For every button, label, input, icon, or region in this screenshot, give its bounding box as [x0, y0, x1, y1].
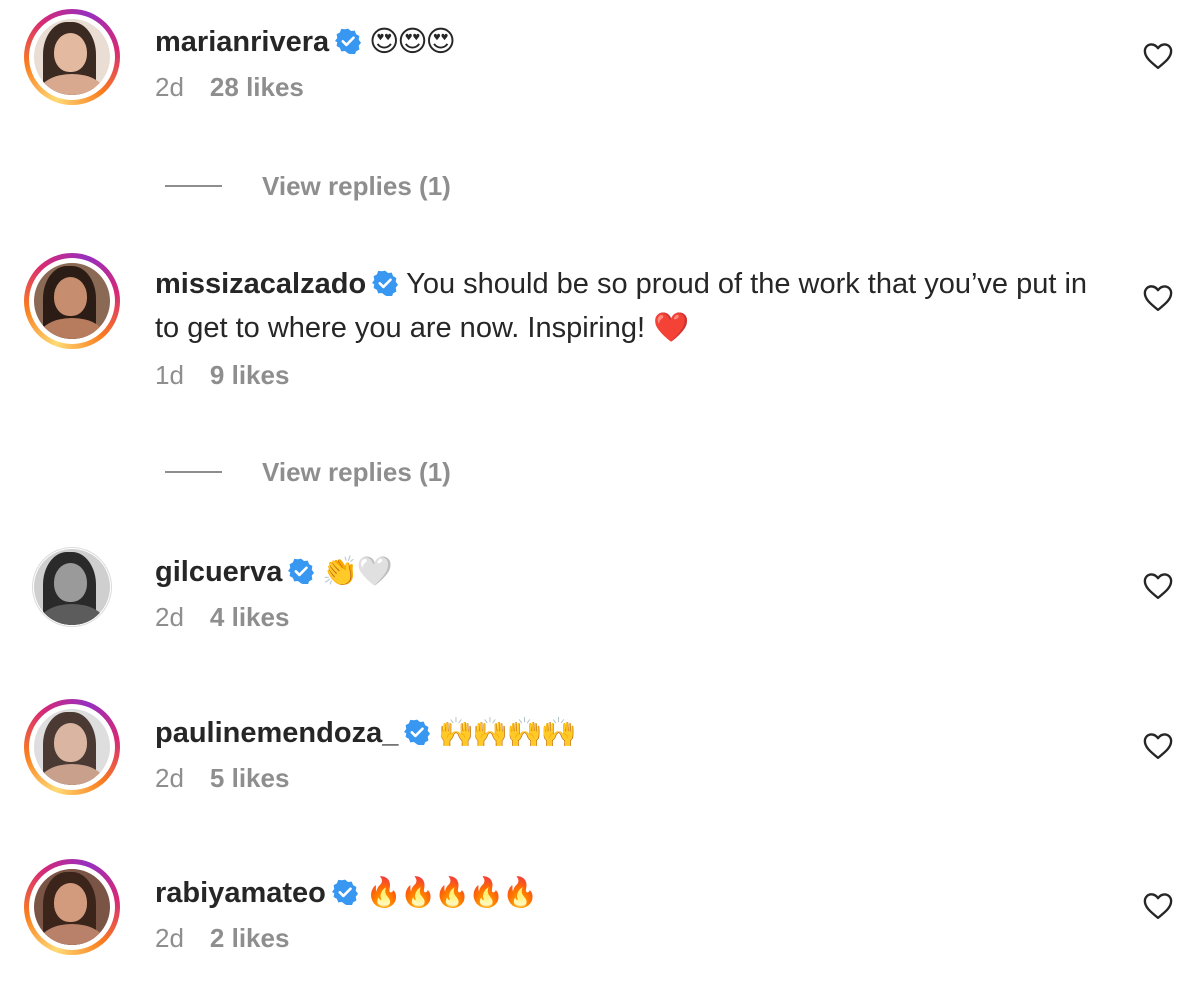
avatar[interactable] — [24, 9, 120, 105]
comment-likes[interactable]: 9 likes — [210, 360, 290, 390]
heart-outline-icon[interactable] — [1143, 732, 1173, 760]
comment-username[interactable]: paulinemendoza_ — [155, 717, 398, 749]
avatar[interactable] — [24, 699, 120, 795]
avatar-photo — [34, 869, 110, 945]
comment-username[interactable]: gilcuerva — [155, 556, 282, 588]
comment-text: 👏🤍 — [322, 554, 392, 588]
avatar-photo — [34, 263, 110, 339]
heart-outline-icon[interactable] — [1143, 892, 1173, 920]
heart-outline-icon[interactable] — [1143, 42, 1173, 70]
view-replies-button[interactable]: View replies (1) — [165, 166, 451, 206]
verified-badge-icon — [372, 270, 399, 296]
avatar-photo — [34, 549, 110, 625]
comment-timestamp[interactable]: 2d — [155, 602, 184, 632]
comment-username[interactable]: rabiyamateo — [155, 877, 326, 909]
comment-likes[interactable]: 2 likes — [210, 923, 290, 953]
avatar[interactable] — [24, 253, 120, 349]
avatar[interactable] — [32, 547, 112, 627]
avatar-photo — [34, 19, 110, 95]
comment-text: 😍😍😍 — [369, 24, 456, 58]
avatar-photo — [34, 709, 110, 785]
comment-username[interactable]: marianrivera — [155, 26, 329, 58]
verified-badge-icon — [335, 28, 362, 54]
comment-username[interactable]: missizacalzado — [155, 268, 366, 300]
comment-timestamp[interactable]: 2d — [155, 763, 184, 793]
comment-timestamp[interactable]: 1d — [155, 360, 184, 390]
heart-outline-icon[interactable] — [1143, 284, 1173, 312]
comment-text: 🙌🙌🙌🙌 — [438, 715, 576, 749]
comment-likes[interactable]: 4 likes — [210, 602, 290, 632]
view-replies-button[interactable]: View replies (1) — [165, 452, 451, 492]
comment-timestamp[interactable]: 2d — [155, 923, 184, 953]
replies-divider — [165, 185, 222, 187]
replies-divider — [165, 471, 222, 473]
verified-badge-icon — [404, 719, 431, 745]
comment-text: 🔥🔥🔥🔥🔥 — [365, 875, 539, 909]
verified-badge-icon — [288, 558, 315, 584]
comment-likes[interactable]: 28 likes — [210, 72, 304, 102]
avatar[interactable] — [24, 859, 120, 955]
verified-badge-icon — [331, 879, 358, 905]
comment-timestamp[interactable]: 2d — [155, 72, 184, 102]
heart-outline-icon[interactable] — [1143, 572, 1173, 600]
comment-likes[interactable]: 5 likes — [210, 763, 290, 793]
